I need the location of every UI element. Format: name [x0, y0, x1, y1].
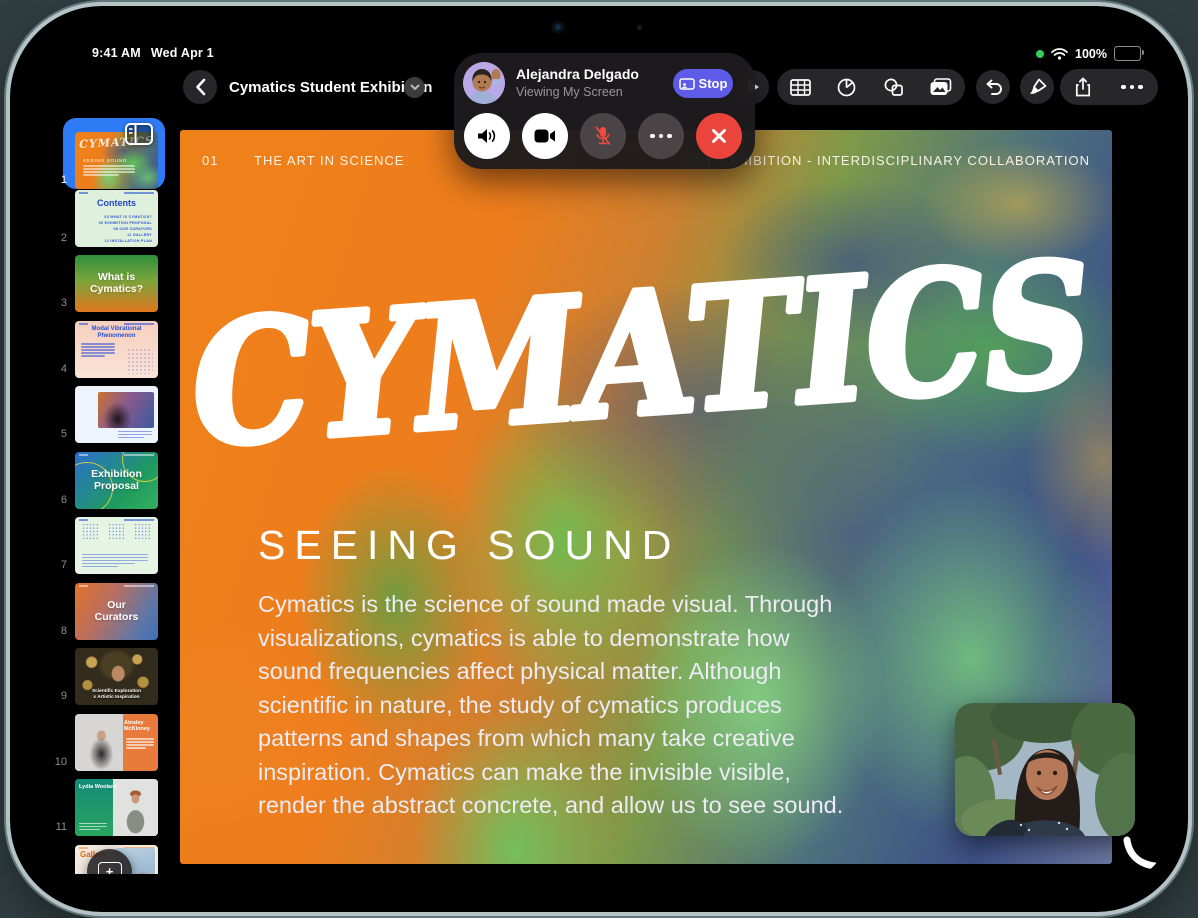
sidebar-toggle-icon: [125, 123, 153, 145]
cymatic-pattern: [134, 523, 151, 540]
undo-icon: [986, 79, 1002, 95]
slide-heading: SEEING SOUND: [258, 522, 681, 568]
slide-page-number: 01: [202, 153, 219, 168]
video-camera-icon: [534, 129, 555, 143]
slide-number: 6: [60, 494, 67, 506]
table-button[interactable]: [790, 78, 811, 96]
format-brush-icon: [1029, 78, 1046, 94]
ipad-device-frame: 9:41 AM Wed Apr 1 100% Cymatics Student …: [10, 6, 1188, 912]
battery-percent: 100%: [1075, 46, 1107, 61]
end-call-button[interactable]: [696, 113, 742, 159]
media-button[interactable]: [930, 78, 952, 96]
caller-name: Alejandra Delgado: [516, 66, 639, 82]
screen: 9:41 AM Wed Apr 1 100% Cymatics Student …: [37, 36, 1161, 874]
share-toolbar-group: [1060, 69, 1158, 105]
sensor-dot: [637, 25, 642, 30]
svg-text:CYMATICS: CYMATICS: [186, 224, 1098, 484]
avatar: [463, 62, 505, 104]
chevron-left-icon: [195, 78, 205, 96]
slide-number: 5: [60, 428, 67, 440]
slide-thumbnail-10[interactable]: Ainsley McKinney: [75, 714, 158, 771]
slide-thumbnail-6[interactable]: Exhibition Proposal: [75, 452, 158, 509]
cymatic-pattern: [108, 523, 125, 540]
front-camera: [551, 20, 565, 34]
corner-arc-mark: [1123, 836, 1159, 870]
status-date: Wed Apr 1: [150, 46, 214, 60]
mic-muted-icon: [595, 126, 611, 145]
undo-button[interactable]: [976, 70, 1010, 104]
slide-number: 1: [60, 174, 67, 186]
slide-thumbnail-3[interactable]: What is Cymatics?: [75, 255, 158, 312]
plus-icon: +: [97, 862, 122, 874]
screen-sharing-indicator-icon: [1036, 49, 1045, 58]
slide-thumbnail-8[interactable]: Our Curators: [75, 583, 158, 640]
wifi-icon: [1051, 47, 1068, 60]
process-photo: [98, 392, 154, 428]
table-icon: [790, 78, 811, 96]
back-button[interactable]: [183, 70, 217, 104]
document-title[interactable]: Cymatics Student Exhibition: [229, 79, 432, 96]
more-button[interactable]: [1121, 84, 1143, 90]
speaker-button[interactable]: [464, 113, 510, 159]
battery-icon: [1114, 46, 1144, 61]
format-brush-button[interactable]: [1020, 70, 1054, 104]
pie-chart-icon: [838, 78, 856, 96]
slide-body-text: Cymatics is the science of sound made vi…: [258, 591, 844, 818]
ellipsis-icon: [650, 133, 672, 139]
slide-number: 4: [60, 363, 67, 375]
slide-thumbnail-4[interactable]: Modal Vibrational Phenomenon: [75, 321, 158, 378]
chart-button[interactable]: [837, 78, 856, 97]
shapes-icon: [884, 78, 903, 96]
share-icon: [1076, 77, 1091, 97]
curator-photo: [113, 779, 158, 836]
status-time: 9:41 AM: [92, 46, 141, 60]
slide-thumbnail-5[interactable]: Process: [75, 386, 158, 443]
slide-header-left: THE ART IN SCIENCE: [254, 153, 405, 168]
curator-photo: [75, 714, 123, 771]
cymatics-script-title: CYMATICS: [180, 188, 1112, 528]
close-icon: [712, 129, 726, 143]
facetime-shareplay-overlay: Alejandra Delgado Viewing My Screen Stop: [454, 53, 755, 169]
facetime-pip-self-view[interactable]: [955, 703, 1135, 836]
slide-thumbnail-7[interactable]: [75, 517, 158, 574]
slide-thumbnail-9[interactable]: Scientific Exploration x Artistic Inspir…: [75, 648, 158, 705]
slide-number: 2: [60, 232, 67, 244]
slide-number: 3: [60, 297, 67, 309]
shapes-button[interactable]: [883, 78, 904, 96]
mic-muted-button[interactable]: [580, 113, 626, 159]
cymatic-pattern: [127, 348, 153, 374]
memoji-avatar-icon: [463, 62, 505, 104]
slide-navigator: 1 CYMATICS SEEING SOUND 2 Contents 03 WH…: [37, 106, 179, 874]
photos-icon: [930, 78, 952, 95]
pip-portrait: [955, 703, 1135, 836]
stop-sharing-button[interactable]: Stop: [673, 69, 733, 98]
slide-number: 10: [54, 756, 67, 768]
cymatic-pattern: [82, 523, 99, 540]
title-menu-button[interactable]: [404, 77, 425, 98]
slide-number: 8: [60, 625, 67, 637]
speaker-icon: [478, 129, 496, 143]
share-button[interactable]: [1075, 77, 1091, 97]
slide-number: 7: [60, 559, 67, 571]
sidebar-toggle-button[interactable]: [123, 122, 155, 146]
insert-toolbar-group: [777, 69, 965, 105]
sharing-status: Viewing My Screen: [516, 85, 623, 99]
slide-number: 11: [55, 821, 67, 833]
more-controls-button[interactable]: [638, 113, 684, 159]
camera-button[interactable]: [522, 113, 568, 159]
slide-thumbnail-2[interactable]: Contents 03 WHAT IS CYMATICS? 06 EXHIBIT…: [75, 190, 158, 247]
status-bar-right: 100%: [1036, 46, 1144, 61]
status-bar-left: 9:41 AM Wed Apr 1: [92, 46, 214, 60]
screen-share-icon: [678, 77, 695, 90]
slide-thumbnail-11[interactable]: Lydia Woolard: [75, 779, 158, 836]
chevron-down-icon: [410, 84, 419, 90]
slide-number: 9: [60, 690, 67, 702]
